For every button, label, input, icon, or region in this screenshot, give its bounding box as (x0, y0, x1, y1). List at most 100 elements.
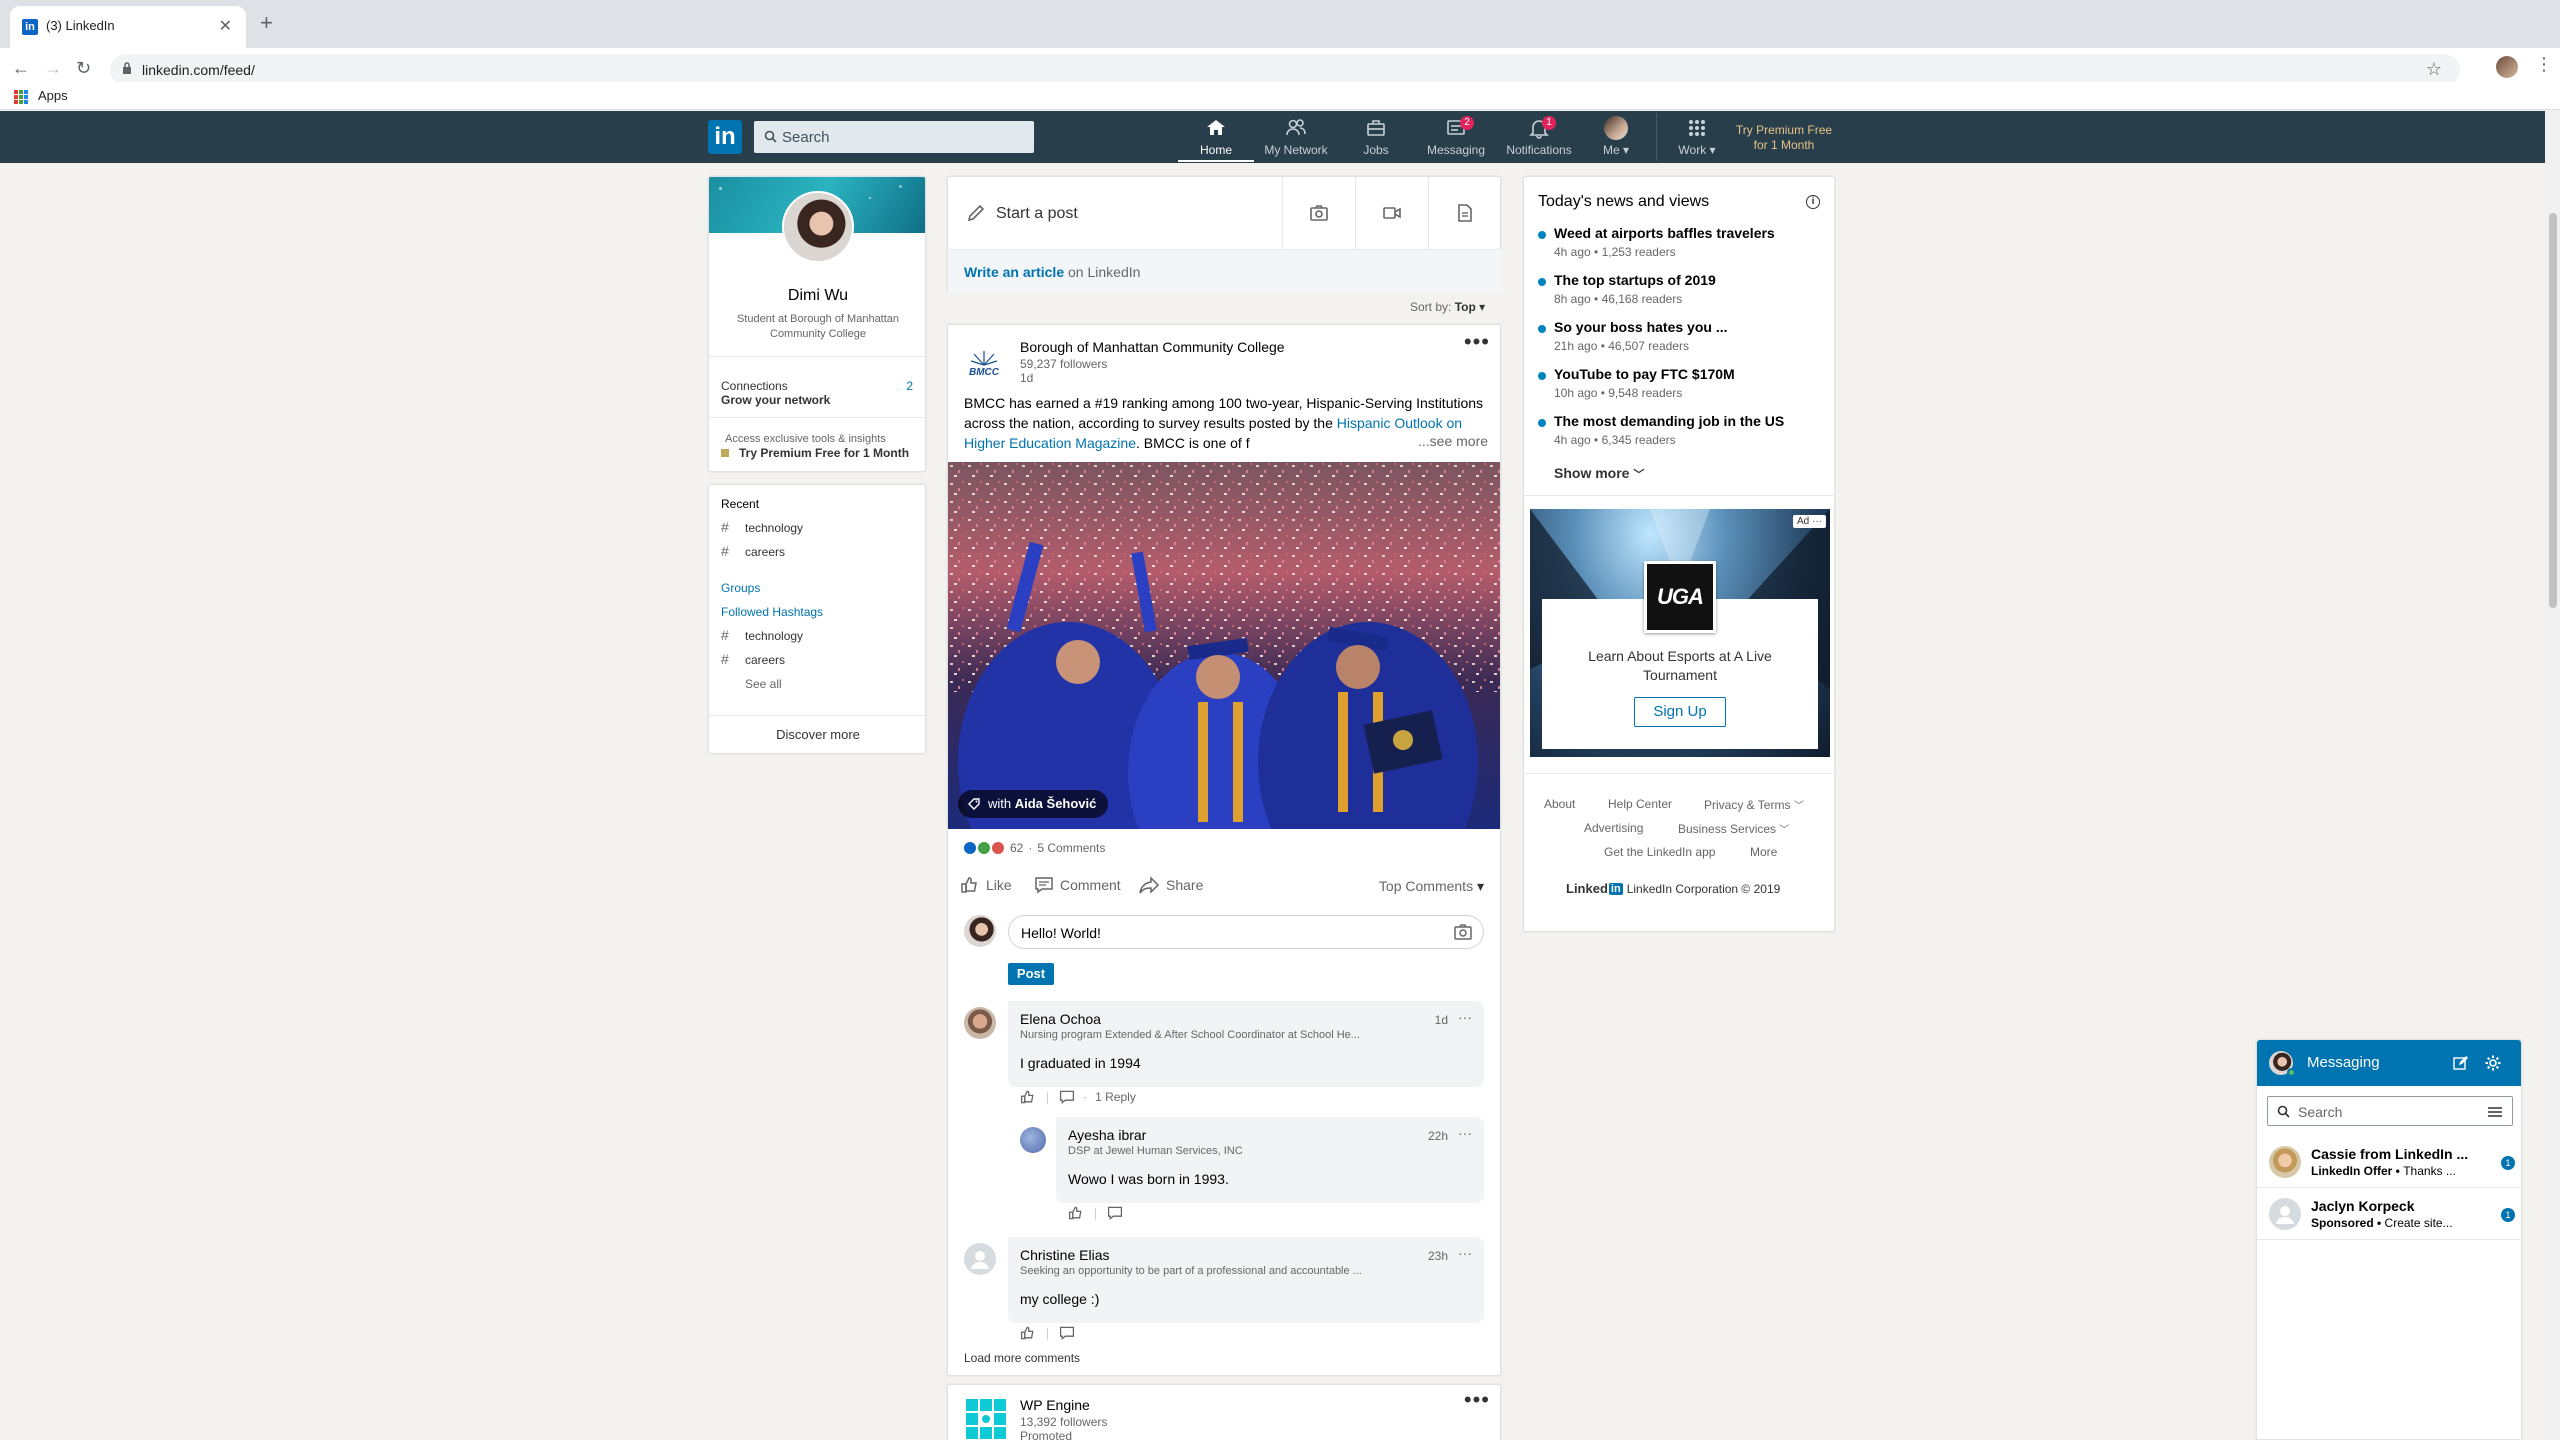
post-comment-button[interactable]: Post (1008, 963, 1054, 985)
apps-grid-icon[interactable] (14, 90, 28, 104)
messaging-header[interactable]: Messaging (2257, 1040, 2521, 1086)
reply-icon[interactable] (1107, 1205, 1123, 1221)
comment-author[interactable]: Elena Ochoa (1020, 1011, 1101, 1027)
ad-label[interactable]: Ad ··· (1792, 515, 1826, 528)
compose-icon[interactable] (2453, 1055, 2469, 1071)
groups-link[interactable]: Groups (721, 581, 760, 595)
reply-icon[interactable] (1059, 1325, 1075, 1341)
profile-avatar[interactable] (782, 191, 854, 263)
comment-button[interactable]: Comment (1034, 875, 1121, 895)
comment-options-icon[interactable]: ··· (1458, 1009, 1472, 1025)
recent-hashtag[interactable]: careers (745, 545, 785, 559)
replies-link[interactable]: 1 Reply (1095, 1090, 1136, 1104)
footer-advertising-link[interactable]: Advertising (1584, 821, 1643, 835)
post-photo[interactable]: with Aida Šehović (948, 462, 1500, 829)
filter-icon[interactable] (2488, 1106, 2502, 1118)
try-premium-sidebar-link[interactable]: Try Premium Free for 1 Month (739, 446, 909, 460)
forward-icon[interactable]: → (44, 58, 62, 79)
thumbs-up-icon[interactable] (1020, 1089, 1036, 1105)
nav-jobs[interactable]: Jobs (1338, 116, 1414, 162)
nav-home-label: Home (1199, 143, 1232, 157)
reply-icon[interactable] (1059, 1089, 1075, 1105)
thumbs-up-icon[interactable] (1068, 1205, 1084, 1221)
connections-count[interactable]: 2 (906, 379, 913, 393)
show-more-button[interactable]: Show more ﹀ (1554, 465, 1644, 482)
followed-hashtag[interactable]: careers (745, 653, 785, 667)
recent-hashtag[interactable]: technology (745, 521, 803, 535)
connections-label[interactable]: Connections (721, 379, 788, 393)
nav-work[interactable]: Work ▾ (1664, 116, 1730, 162)
like-button[interactable]: Like (960, 875, 1012, 895)
footer-more-link[interactable]: More (1750, 845, 1777, 859)
discover-more-button[interactable]: Discover more (709, 727, 927, 742)
start-post-button[interactable]: Start a post (948, 177, 1282, 249)
comments-count-link[interactable]: 5 Comments (1037, 841, 1105, 855)
comment-options-icon[interactable]: ··· (1458, 1245, 1472, 1261)
browser-profile-avatar[interactable] (2496, 56, 2518, 78)
message-thread[interactable]: Cassie from LinkedIn ... LinkedIn Offer … (2257, 1136, 2521, 1188)
global-search-input[interactable]: Search (754, 121, 1034, 153)
wp-engine-logo[interactable] (966, 1399, 1006, 1439)
see-all-link[interactable]: See all (745, 677, 782, 691)
footer-business-link[interactable]: Business Services ﹀ (1678, 821, 1789, 836)
sort-by-dropdown[interactable]: Sort by: Top ▾ (1410, 300, 1485, 314)
camera-icon[interactable] (1453, 923, 1473, 941)
close-tab-icon[interactable]: ✕ (219, 16, 232, 36)
nav-home[interactable]: Home (1178, 116, 1254, 162)
messaging-search-input[interactable]: Search (2267, 1096, 2513, 1126)
share-button[interactable]: Share (1138, 875, 1203, 895)
post-options-icon[interactable]: ••• (1464, 1387, 1490, 1413)
footer-about-link[interactable]: About (1544, 797, 1575, 811)
footer-help-link[interactable]: Help Center (1608, 797, 1672, 811)
settings-gear-icon[interactable] (2485, 1055, 2501, 1071)
ad-signup-button[interactable]: Sign Up (1634, 697, 1726, 727)
comment-input[interactable]: Hello! World! (1008, 915, 1484, 949)
followed-hashtags-link[interactable]: Followed Hashtags (721, 605, 823, 619)
reactions-row[interactable]: 62 · 5 Comments (964, 841, 1105, 855)
write-article-link[interactable]: Write an article (964, 264, 1064, 280)
nav-notifications[interactable]: 1 Notifications (1498, 116, 1580, 162)
photo-tag-pill[interactable]: with Aida Šehović (958, 790, 1109, 818)
message-thread[interactable]: Jaclyn Korpeck Sponsored • Create site..… (2257, 1188, 2521, 1240)
footer-app-link[interactable]: Get the LinkedIn app (1604, 845, 1715, 859)
next-post-author[interactable]: WP Engine (1020, 1397, 1090, 1413)
add-video-button[interactable] (1356, 177, 1428, 249)
bmcc-logo[interactable]: BMCC (964, 345, 1004, 385)
back-icon[interactable]: ← (12, 58, 30, 79)
info-icon[interactable]: i (1806, 195, 1820, 209)
comment-avatar[interactable] (964, 1007, 996, 1039)
followed-hashtag[interactable]: technology (745, 629, 803, 643)
reply-headline: DSP at Jewel Human Services, INC (1068, 1145, 1243, 1157)
load-more-comments-link[interactable]: Load more comments (964, 1351, 1080, 1365)
reply-options-icon[interactable]: ··· (1458, 1125, 1472, 1141)
reload-icon[interactable]: ↻ (76, 58, 91, 79)
profile-name[interactable]: Dimi Wu (709, 287, 925, 305)
feed-post: BMCC Borough of Manhattan Community Coll… (947, 324, 1501, 1376)
thumbs-up-icon[interactable] (1020, 1325, 1036, 1341)
nav-me[interactable]: Me ▾ (1586, 116, 1646, 162)
ad-banner[interactable]: Ad ··· UGA Learn About Esports at A Live… (1530, 509, 1830, 757)
nav-messaging[interactable]: 2 Messaging (1418, 116, 1494, 162)
page-scrollbar-thumb[interactable] (2549, 213, 2557, 608)
browser-menu-icon[interactable]: ⋮ (2535, 54, 2553, 75)
try-premium-link[interactable]: Try Premium Free for 1 Month (1734, 123, 1834, 153)
nav-my-network[interactable]: My Network (1258, 116, 1334, 162)
comment-author[interactable]: Christine Elias (1020, 1247, 1109, 1263)
see-more-link[interactable]: ...see more (1412, 433, 1489, 449)
search-icon (764, 130, 777, 143)
linkedin-logo-icon[interactable]: in (708, 120, 742, 154)
reply-avatar[interactable] (1020, 1127, 1046, 1153)
browser-tab[interactable]: in (3) LinkedIn ✕ (10, 6, 246, 48)
new-tab-icon[interactable]: + (260, 10, 273, 36)
post-options-icon[interactable]: ••• (1464, 329, 1490, 355)
post-author[interactable]: Borough of Manhattan Community College (1020, 339, 1285, 355)
reply-author[interactable]: Ayesha ibrar (1068, 1127, 1146, 1143)
add-document-button[interactable] (1429, 177, 1501, 249)
grow-network-link[interactable]: Grow your network (721, 393, 830, 407)
add-photo-button[interactable] (1283, 177, 1355, 249)
bookmark-star-icon[interactable]: ☆ (2426, 59, 2442, 80)
top-comments-dropdown[interactable]: Top Comments ▾ (1379, 878, 1484, 895)
apps-bookmark[interactable]: Apps (38, 88, 68, 103)
footer-privacy-link[interactable]: Privacy & Terms ﹀ (1704, 797, 1804, 812)
default-avatar-icon[interactable] (964, 1243, 996, 1275)
